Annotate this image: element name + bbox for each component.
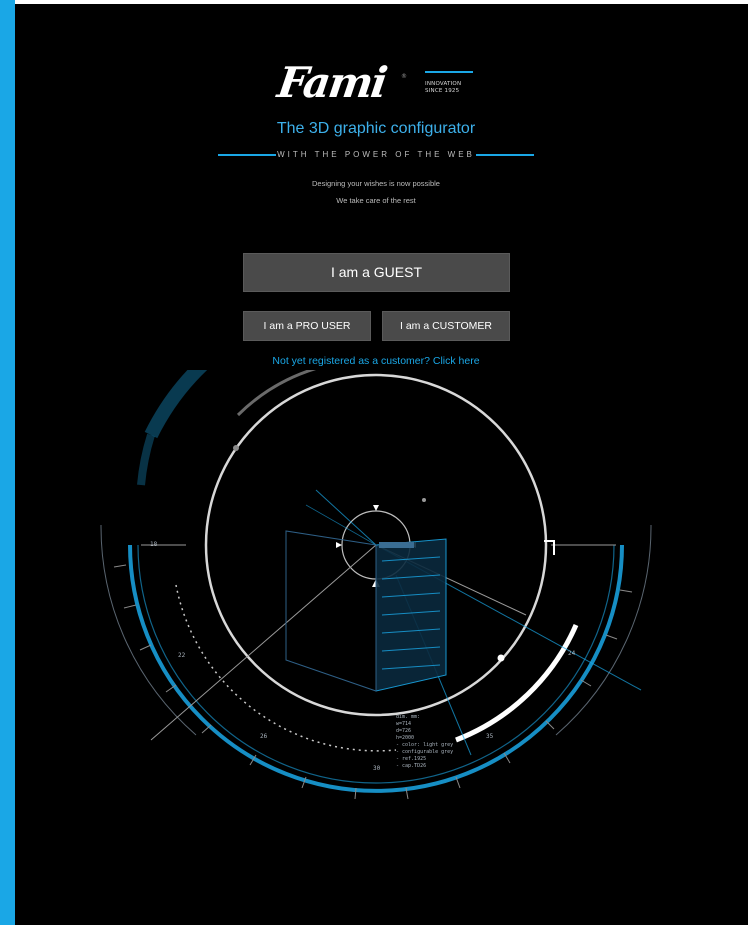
intro-line-1: Designing your wishes is now possible [312,179,440,188]
brand-logo: Fami [275,57,408,109]
cabinet-wireframe-icon [285,530,447,692]
spec-line-7: - ref.1925 [396,756,426,762]
tagline-line-1: INNOVATION [425,81,462,87]
scale-label-2: 26 [260,733,268,740]
page-title: The 3D graphic configurator [276,120,476,137]
tagline-line-2: SINCE 1925 [425,88,460,94]
registered-mark: ® [401,73,407,80]
scale-label-1: 30 [373,765,381,772]
top-border [15,0,752,4]
intro-line-2: We take care of the rest [336,196,416,205]
spec-line-1: dim. mm: [396,714,420,720]
customer-button[interactable]: I am a CUSTOMER [382,311,510,341]
spec-line-4: h=2000 [396,735,414,741]
subtitle-row: WITH THE POWER OF THE WEB [218,149,534,161]
scale-label-5: 35 [486,733,494,740]
scale-label-6: 24 [568,650,576,657]
scale-label-4: 18 [150,541,158,548]
spec-line-2: w=714 [396,721,411,727]
brand-tagline: INNOVATION SINCE 1925 [425,71,473,101]
left-accent-strip [0,0,15,925]
hud-reticle-icon: dim. mm: w=714 d=726 h=2000 - color: lig… [100,370,652,800]
spec-line-3: d=726 [396,728,411,734]
spec-line-8: - cap.TD26 [396,763,426,769]
logo-wordmark: Fami [274,58,389,107]
spec-line-6: - configurable grey [396,749,453,755]
tagline-rule [425,71,473,73]
right-border [748,0,752,925]
scale-label-3: 22 [178,652,186,659]
register-link[interactable]: Not yet registered as a customer? Click … [220,355,532,367]
subtitle-rule-right [476,154,534,156]
app-screen: Fami ® INNOVATION SINCE 1925 The 3D grap… [0,0,752,925]
spec-line-5: - color: light grey [396,742,453,748]
pro-user-button[interactable]: I am a PRO USER [243,311,371,341]
guest-button[interactable]: I am a GUEST [243,253,510,292]
